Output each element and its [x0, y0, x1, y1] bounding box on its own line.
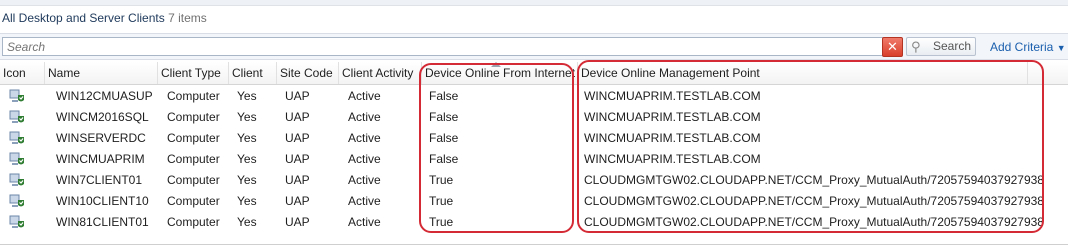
table-row[interactable]: WINCMUAPRIM Computer Yes UAP Active Fals…: [0, 149, 1068, 170]
cell-client-activity: Active: [348, 110, 381, 124]
computer-client-icon: [9, 89, 24, 102]
search-button-label: Search: [933, 39, 972, 53]
cell-site-code: UAP: [285, 173, 310, 187]
cell-client: Yes: [237, 152, 257, 166]
computer-client-icon: [9, 110, 24, 123]
cell-client: Yes: [237, 173, 257, 187]
cell-online-from-internet: True: [429, 173, 454, 187]
cell-management-point: CLOUDMGMTGW02.CLOUDAPP.NET/CCM_Proxy_Mut…: [584, 173, 1044, 187]
column-header-client-type[interactable]: Client Type: [158, 62, 229, 84]
cell-client-activity: Active: [348, 89, 381, 103]
cell-name: WIN7CLIENT01: [56, 173, 143, 187]
clear-search-button[interactable]: ✕: [882, 37, 903, 57]
cell-online-from-internet: False: [429, 89, 459, 103]
cell-name: WINCM2016SQL: [56, 110, 149, 124]
cell-site-code: UAP: [285, 131, 310, 145]
clear-search-icon: ✕: [887, 39, 898, 54]
cell-client-type: Computer: [167, 89, 220, 103]
search-bar: ✕ ⚲ Search Add Criteria ▼: [0, 33, 1068, 60]
cell-client: Yes: [237, 110, 257, 124]
cell-client: Yes: [237, 194, 257, 208]
cell-client-type: Computer: [167, 173, 220, 187]
cell-online-from-internet: False: [429, 110, 459, 124]
cell-client-activity: Active: [348, 215, 381, 229]
cell-name: WIN12CMUASUP: [56, 89, 153, 103]
computer-client-icon: [9, 194, 24, 207]
cell-name: WIN81CLIENT01: [56, 215, 149, 229]
cell-client-activity: Active: [348, 173, 381, 187]
cell-client: Yes: [237, 131, 257, 145]
column-header-name[interactable]: Name: [45, 62, 158, 84]
cell-name: WIN10CLIENT10: [56, 194, 149, 208]
cell-site-code: UAP: [285, 194, 310, 208]
cell-management-point: CLOUDMGMTGW02.CLOUDAPP.NET/CCM_Proxy_Mut…: [584, 215, 1044, 229]
cell-client-activity: Active: [348, 131, 381, 145]
cell-online-from-internet: False: [429, 131, 459, 145]
add-criteria-link[interactable]: Add Criteria ▼: [990, 39, 1066, 56]
computer-client-icon: [9, 215, 24, 228]
table-row[interactable]: WIN7CLIENT01 Computer Yes UAP Active Tru…: [0, 170, 1068, 191]
cell-client: Yes: [237, 89, 257, 103]
cell-client-activity: Active: [348, 194, 381, 208]
item-count: 7 items: [168, 11, 207, 25]
cell-client: Yes: [237, 215, 257, 229]
cell-online-from-internet: True: [429, 215, 454, 229]
table-row[interactable]: WIN12CMUASUP Computer Yes UAP Active Fal…: [0, 86, 1068, 107]
cell-client-type: Computer: [167, 110, 220, 124]
dropdown-arrow-icon: ▼: [1056, 43, 1066, 53]
column-header-client[interactable]: Client: [229, 62, 277, 84]
cell-name: WINCMUAPRIM: [56, 152, 145, 166]
cell-management-point: WINCMUAPRIM.TESTLAB.COM: [584, 89, 761, 103]
page-title: All Desktop and Server Clients 7 items: [2, 11, 207, 29]
top-strip: [0, 0, 1068, 6]
grid-bottom-border: [0, 244, 1068, 245]
column-header-site-code[interactable]: Site Code: [277, 62, 339, 84]
sort-indicator-icon: [491, 62, 501, 67]
column-header-client-activity[interactable]: Client Activity: [339, 62, 422, 84]
cell-site-code: UAP: [285, 89, 310, 103]
cell-management-point: WINCMUAPRIM.TESTLAB.COM: [584, 131, 761, 145]
collection-title: All Desktop and Server Clients: [2, 11, 165, 25]
cell-client-type: Computer: [167, 152, 220, 166]
table-row[interactable]: WINSERVERDC Computer Yes UAP Active Fals…: [0, 128, 1068, 149]
computer-client-icon: [9, 173, 24, 186]
table-row[interactable]: WIN81CLIENT01 Computer Yes UAP Active Tr…: [0, 212, 1068, 233]
search-button[interactable]: ⚲ Search: [906, 37, 976, 56]
cell-site-code: UAP: [285, 110, 310, 124]
cell-online-from-internet: True: [429, 194, 454, 208]
cell-client-type: Computer: [167, 194, 220, 208]
computer-client-icon: [9, 131, 24, 144]
table-row[interactable]: WINCM2016SQL Computer Yes UAP Active Fal…: [0, 107, 1068, 128]
table-row[interactable]: WIN10CLIENT10 Computer Yes UAP Active Tr…: [0, 191, 1068, 212]
cell-site-code: UAP: [285, 215, 310, 229]
cell-site-code: UAP: [285, 152, 310, 166]
column-header-icon[interactable]: Icon: [0, 62, 45, 84]
cell-management-point: WINCMUAPRIM.TESTLAB.COM: [584, 110, 761, 124]
column-header-row: Icon Name Client Type Client Site Code C…: [0, 62, 1068, 85]
cell-client-type: Computer: [167, 131, 220, 145]
magnifier-icon: ⚲: [911, 39, 921, 54]
cell-management-point: CLOUDMGMTGW02.CLOUDAPP.NET/CCM_Proxy_Mut…: [584, 194, 1044, 208]
column-header-device-online-management-point[interactable]: Device Online Management Point: [578, 62, 1028, 84]
cell-name: WINSERVERDC: [56, 131, 146, 145]
add-criteria-label: Add Criteria: [990, 40, 1054, 54]
cell-online-from-internet: False: [429, 152, 459, 166]
computer-client-icon: [9, 152, 24, 165]
cell-client-activity: Active: [348, 152, 381, 166]
cell-client-type: Computer: [167, 215, 220, 229]
cell-management-point: WINCMUAPRIM.TESTLAB.COM: [584, 152, 761, 166]
search-input[interactable]: [2, 37, 884, 56]
